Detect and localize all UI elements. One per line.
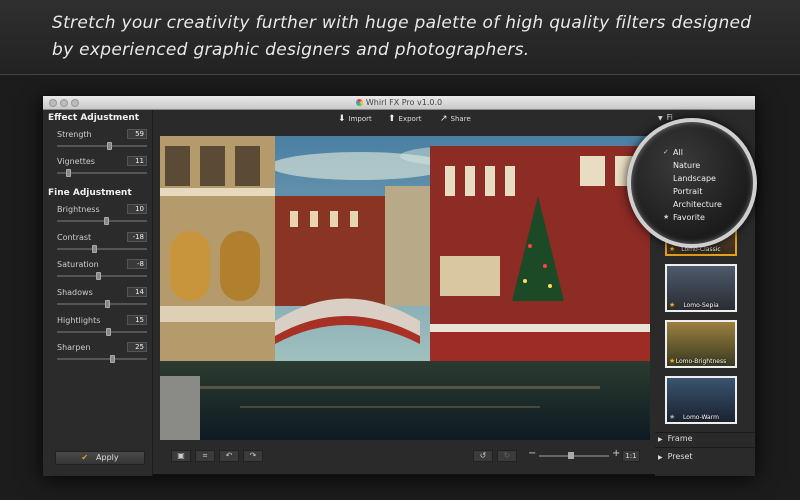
category-dropdown-menu: All Nature Landscape Portrait Architectu…	[657, 146, 737, 224]
shadows-slider[interactable]: Shadows 14	[57, 287, 147, 314]
strength-slider[interactable]: Strength 59	[57, 129, 147, 156]
adjustment-panel: Effect Adjustment Strength 59 Vignettes …	[43, 110, 153, 476]
thumbnail-label: Lomo-Warm	[683, 414, 719, 421]
slider-label: Vignettes	[57, 157, 95, 166]
slider-value-field[interactable]: 59	[127, 129, 147, 139]
divider	[655, 432, 755, 433]
rotate-left-icon: ↶	[225, 451, 233, 460]
slider-value-field[interactable]: 15	[127, 315, 147, 325]
slider-track[interactable]	[57, 303, 147, 305]
preset-section-toggle[interactable]: ▶ Preset	[658, 452, 693, 461]
slider-value-field[interactable]: -18	[127, 232, 147, 242]
slider-thumb[interactable]	[107, 142, 112, 150]
banner-line-1: Stretch your creativity further with hug…	[52, 13, 752, 33]
import-icon: ⬇	[338, 114, 346, 124]
slider-track[interactable]	[57, 358, 147, 360]
category-option-architecture[interactable]: Architecture	[657, 198, 737, 211]
slider-value-field[interactable]: 25	[127, 342, 147, 352]
slider-value-field[interactable]: -8	[127, 259, 147, 269]
slider-thumb[interactable]	[66, 169, 71, 177]
crop-button[interactable]: ⌗	[195, 450, 215, 462]
zoom-in-button[interactable]: +	[612, 448, 620, 459]
crop-icon: ⌗	[202, 451, 208, 460]
disclosure-right-icon: ▶	[658, 436, 663, 443]
slider-value-field[interactable]: 10	[127, 204, 147, 214]
venice-photo	[160, 136, 650, 440]
actual-size-button[interactable]: 1:1	[622, 450, 640, 462]
export-icon: ⬆	[388, 114, 396, 124]
slider-label: Saturation	[57, 260, 99, 269]
app-icon	[355, 99, 363, 106]
vignettes-slider[interactable]: Vignettes 11	[57, 156, 147, 183]
slider-label: Sharpen	[57, 343, 91, 352]
slider-track[interactable]	[57, 275, 147, 277]
slider-value-field[interactable]: 11	[127, 156, 147, 166]
import-button[interactable]: ⬇ Import	[338, 113, 372, 125]
highlights-slider[interactable]: Hightlights 15	[57, 315, 147, 342]
rotate-left-button[interactable]: ↶	[219, 450, 239, 462]
rotate-right-button[interactable]: ↷	[243, 450, 263, 462]
banner-line-2: by experienced graphic designers and pho…	[52, 40, 530, 60]
slider-thumb[interactable]	[105, 300, 110, 308]
slider-track[interactable]	[57, 331, 147, 333]
slider-label: Contrast	[57, 233, 92, 242]
zoom-slider-track[interactable]	[539, 455, 609, 457]
slider-thumb[interactable]	[92, 245, 97, 253]
category-option-nature[interactable]: Nature	[657, 159, 737, 172]
zoom-slider-thumb[interactable]	[568, 452, 574, 459]
zoom-out-button[interactable]: −	[528, 448, 536, 459]
saturation-slider[interactable]: Saturation -8	[57, 259, 147, 286]
thumbnail-label: Lomo-Brightness	[675, 358, 727, 365]
rotate-right-icon: ↷	[249, 451, 257, 460]
compare-button[interactable]: ▣	[171, 450, 191, 462]
redo-icon: ↻	[503, 451, 511, 460]
slider-thumb[interactable]	[110, 355, 115, 363]
slider-label: Shadows	[57, 288, 93, 297]
banner-text: Stretch your creativity further with hug…	[52, 10, 772, 64]
filter-thumbnail-lomo-warm[interactable]: ★ Lomo-Warm	[665, 376, 737, 424]
redo-button[interactable]: ↻	[497, 450, 517, 462]
category-option-favorite[interactable]: Favorite	[657, 211, 737, 224]
frame-section-toggle[interactable]: ▶ Frame	[658, 434, 693, 443]
bottom-toolbar: ▣ ⌗ ↶ ↷ ↺ ↻ − + 1:1	[155, 446, 653, 474]
title-bar: Whirl FX Pro v1.0.0	[43, 96, 755, 110]
effect-adjustment-title: Effect Adjustment	[48, 113, 140, 123]
promo-banner: Stretch your creativity further with hug…	[0, 0, 800, 75]
slider-label: Brightness	[57, 205, 100, 214]
category-option-portrait[interactable]: Portrait	[657, 185, 737, 198]
slider-thumb[interactable]	[104, 217, 109, 225]
category-option-landscape[interactable]: Landscape	[657, 172, 737, 185]
photo-canvas[interactable]	[160, 136, 650, 440]
category-dropdown-magnifier: All Nature Landscape Portrait Architectu…	[627, 118, 757, 248]
divider	[655, 447, 755, 448]
brightness-slider[interactable]: Brightness 10	[57, 204, 147, 231]
undo-button[interactable]: ↺	[473, 450, 493, 462]
window-title: Whirl FX Pro v1.0.0	[43, 96, 755, 110]
contrast-slider[interactable]: Contrast -18	[57, 232, 147, 259]
compare-icon: ▣	[177, 451, 185, 460]
slider-label: Strength	[57, 130, 92, 139]
slider-track[interactable]	[57, 145, 147, 147]
filter-thumbnail-lomo-brightness[interactable]: ★ Lomo-Brightness	[665, 320, 737, 368]
slider-track[interactable]	[57, 220, 147, 222]
sharpen-slider[interactable]: Sharpen 25	[57, 342, 147, 369]
fine-adjustment-title: Fine Adjustment	[48, 188, 132, 198]
filter-thumbnail-lomo-sepia[interactable]: ★ Lomo-Sepia	[665, 264, 737, 312]
disclosure-down-icon: ▼	[658, 115, 663, 122]
slider-value-field[interactable]: 14	[127, 287, 147, 297]
apply-button[interactable]: ✔ Apply	[55, 451, 145, 465]
export-button[interactable]: ⬆ Export	[388, 113, 421, 125]
checkmark-icon: ✔	[81, 453, 89, 462]
disclosure-right-icon: ▶	[658, 454, 663, 461]
slider-thumb[interactable]	[106, 328, 111, 336]
undo-icon: ↺	[479, 451, 487, 460]
slider-track[interactable]	[57, 248, 147, 250]
thumbnail-label: Lomo-Sepia	[683, 302, 719, 309]
share-icon: ↗	[440, 114, 448, 124]
slider-thumb[interactable]	[96, 272, 101, 280]
slider-label: Hightlights	[57, 316, 101, 325]
share-button[interactable]: ↗ Share	[440, 113, 471, 125]
category-option-all[interactable]: All	[657, 146, 737, 159]
